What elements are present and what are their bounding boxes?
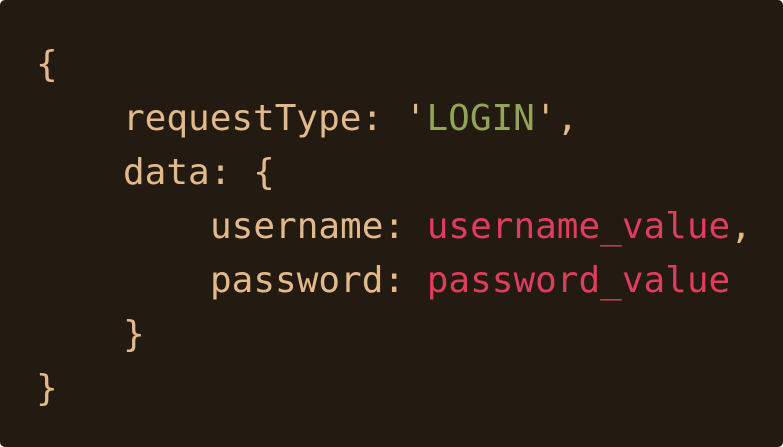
comma: ,	[556, 98, 579, 139]
data-close-brace: }	[123, 314, 145, 355]
open-brace: {	[36, 44, 58, 85]
code-line-open-brace: {	[36, 38, 783, 92]
colon: :	[383, 260, 427, 301]
username-key: username	[210, 206, 384, 247]
quote-close: '	[534, 98, 557, 139]
quote-open: '	[404, 98, 427, 139]
code-line-request-type: requestType: 'LOGIN',	[36, 92, 783, 146]
code-block: {requestType: 'LOGIN', data: {username: u…	[0, 0, 783, 447]
username-value: username_value	[426, 206, 731, 247]
code-line-data: data: {	[36, 146, 783, 200]
comma: ,	[730, 206, 752, 247]
code-line-username: username: username_value,	[36, 200, 783, 254]
data-key: data	[123, 152, 210, 193]
data-open-brace: {	[253, 152, 275, 193]
password-value: password_value	[426, 260, 731, 301]
password-key: password	[210, 260, 384, 301]
request-type-key: requestType	[123, 98, 362, 139]
code-line-password: password: password_value	[36, 254, 783, 308]
close-brace: }	[36, 368, 58, 409]
colon: :	[383, 206, 427, 247]
colon: :	[209, 152, 254, 193]
code-line-data-close-brace: }	[36, 308, 783, 362]
request-type-value: LOGIN	[426, 98, 535, 139]
code-line-close-brace: }	[36, 362, 783, 416]
colon: :	[361, 98, 405, 139]
